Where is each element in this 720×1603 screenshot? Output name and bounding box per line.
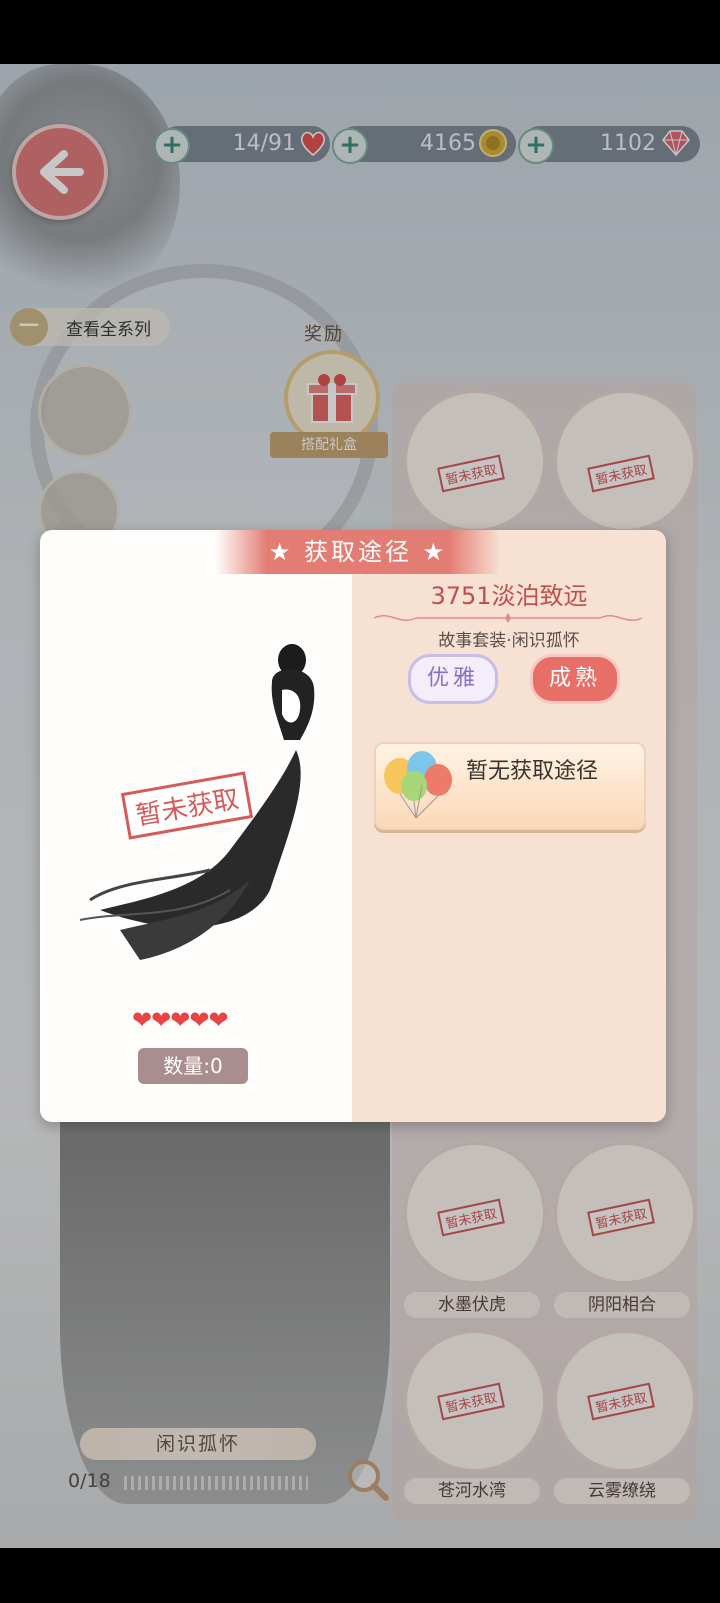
acquisition-dialog: ★ 获取途径 ★ 暂未获取 ❤❤❤❤❤ 数量:0 3751淡泊致远 故事套装·闲… bbox=[40, 530, 666, 1122]
dialog-title-text: 获取途径 bbox=[304, 538, 412, 566]
item-set-subtitle: 故事套装·闲识孤怀 bbox=[438, 631, 580, 651]
dialog-title: ★ 获取途径 ★ bbox=[216, 530, 500, 574]
route-text: 暂无获取途径 bbox=[466, 759, 599, 784]
item-name: 3751淡泊致远 bbox=[430, 582, 588, 610]
system-nav-bar bbox=[0, 1548, 720, 1603]
tag-elegant: 优雅 bbox=[408, 654, 498, 704]
divider-ornament bbox=[373, 613, 643, 623]
rarity-hearts: ❤❤❤❤❤ bbox=[132, 1006, 229, 1034]
quantity-badge: 数量:0 bbox=[138, 1048, 248, 1084]
star-icon: ★ bbox=[412, 538, 448, 566]
tag-mature: 成熟 bbox=[530, 654, 620, 704]
acquisition-route-card[interactable]: 暂无获取途径 bbox=[374, 742, 646, 830]
star-icon: ★ bbox=[268, 538, 304, 566]
balloons-icon bbox=[384, 751, 452, 819]
